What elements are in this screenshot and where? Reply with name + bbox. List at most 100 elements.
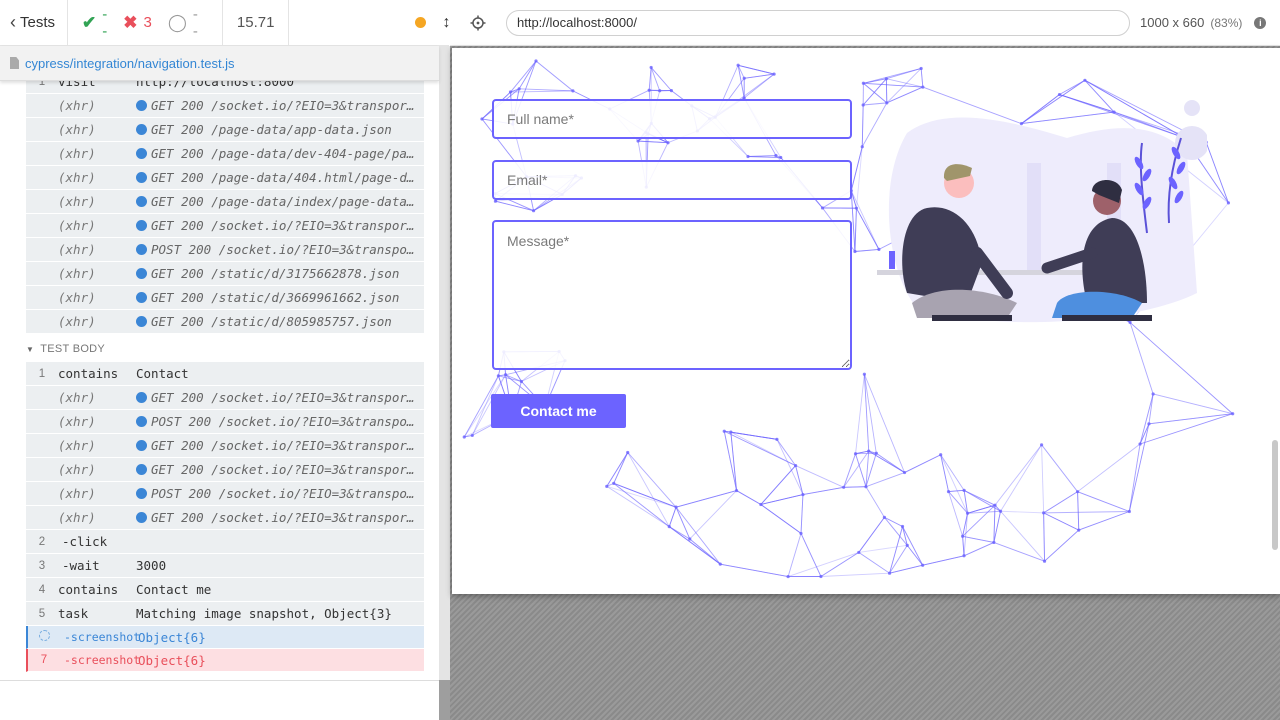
xhr-message-text: GET 200 /socket.io/?EIO=3&transport=poll…	[151, 218, 424, 233]
xhr-row[interactable]: (xhr) GET 200 /static/d/805985757.json	[26, 310, 424, 334]
reporter-panel: 1 visit http://localhost:8000 (xhr) GET 2…	[0, 0, 439, 720]
scrollbar-thumb[interactable]	[439, 46, 450, 680]
command-row[interactable]: 4 contains Contact me	[26, 578, 424, 602]
panel-resizer[interactable]	[439, 46, 450, 720]
command-message: Contact me	[136, 582, 212, 597]
url-bar[interactable]	[506, 9, 1130, 36]
full-name-input[interactable]	[492, 99, 852, 139]
contact-me-button[interactable]: Contact me	[491, 394, 626, 428]
command-message: GET 200 /page-data/404.html/page-data.js…	[136, 170, 424, 185]
command-message: GET 200 /socket.io/?EIO=3&transport=poll…	[136, 218, 424, 233]
xhr-row[interactable]: (xhr) GET 200 /page-data/index/page-data.…	[26, 190, 424, 214]
xhr-row[interactable]: (xhr) GET 200 /socket.io/?EIO=3&transport…	[26, 458, 424, 482]
command-number: 7	[40, 654, 48, 666]
command-row[interactable]: 2 -click	[26, 530, 424, 554]
command-name: (xhr)	[58, 266, 96, 281]
xhr-message-text: GET 200 /socket.io/?EIO=3&transport=poll…	[151, 510, 424, 525]
command-name: task	[58, 606, 89, 621]
command-number: 3	[38, 559, 46, 572]
xhr-row[interactable]: (xhr) POST 200 /socket.io/?EIO=3&transpor…	[26, 410, 424, 434]
xhr-row[interactable]: (xhr) GET 200 /page-data/dev-404-page/pag…	[26, 142, 424, 166]
command-message: POST 200 /socket.io/?EIO=3&transport=pol…	[136, 414, 424, 429]
xhr-status-dot	[136, 268, 147, 279]
xhr-status-dot	[136, 316, 147, 327]
tests-button[interactable]: ‹ Tests	[0, 0, 69, 45]
aut-scrollbar[interactable]	[1272, 440, 1278, 550]
command-name: (xhr)	[58, 290, 96, 305]
running-status-dot	[415, 17, 427, 28]
command-name: (xhr)	[58, 194, 96, 209]
tests-label: Tests	[20, 14, 56, 31]
command-message: Object{6}	[138, 652, 206, 668]
test-body-header[interactable]: ▼ TEST BODY	[26, 337, 105, 361]
command-name: -click	[62, 534, 108, 549]
command-number: 1	[38, 367, 46, 380]
xhr-message-text: GET 200 /static/d/3669961662.json	[151, 290, 400, 305]
command-name: (xhr)	[58, 146, 96, 161]
command-message: GET 200 /socket.io/?EIO=3&transport=poll…	[136, 390, 424, 405]
xhr-message-text: POST 200 /socket.io/?EIO=3&transport=pol…	[151, 242, 424, 257]
command-name: (xhr)	[58, 122, 96, 137]
command-name: (xhr)	[58, 170, 96, 185]
command-number: 2	[38, 535, 46, 548]
loading-spinner-icon	[38, 630, 50, 641]
viewport-size: 1000 x 660	[1140, 15, 1205, 30]
xhr-row[interactable]: (xhr) GET 200 /socket.io/?EIO=3&transport…	[26, 434, 424, 458]
xhr-message-text: GET 200 /static/d/805985757.json	[151, 314, 392, 329]
xhr-message-text: GET 200 /page-data/index/page-data.json	[151, 194, 424, 209]
xhr-row[interactable]: (xhr) GET 200 /static/d/3669961662.json	[26, 286, 424, 310]
xhr-row[interactable]: (xhr) GET 200 /page-data/404.html/page-da…	[26, 166, 424, 190]
xhr-message-text: GET 200 /socket.io/?EIO=3&transport=poll…	[151, 390, 424, 405]
xhr-status-dot	[136, 488, 147, 499]
spec-file-path[interactable]: cypress/integration/navigation.test.js	[25, 56, 235, 71]
command-message: Contact	[136, 366, 189, 381]
xhr-row[interactable]: (xhr) GET 200 /socket.io/?EIO=3&transport…	[26, 214, 424, 238]
xhr-row[interactable]: (xhr) GET 200 /socket.io/?EIO=3&transport…	[26, 386, 424, 410]
command-message: GET 200 /socket.io/?EIO=3&transport=poll…	[136, 510, 424, 525]
selector-playground-icon[interactable]	[450, 15, 506, 31]
command-row[interactable]: 5 task Matching image snapshot, Object{3}	[26, 602, 424, 626]
spec-file-bar[interactable]: cypress/integration/navigation.test.js	[0, 46, 439, 81]
xhr-row[interactable]: (xhr) GET 200 /page-data/app-data.json	[26, 118, 424, 142]
command-message: GET 200 /static/d/3175662878.json	[136, 266, 424, 281]
xhr-message-text: GET 200 /socket.io/?EIO=3&transport=poll…	[151, 438, 424, 453]
command-row[interactable]: 3 -wait 3000	[26, 554, 424, 578]
command-row[interactable]: 1 visit http://localhost:8000	[26, 81, 424, 94]
xhr-message-text: POST 200 /socket.io/?EIO=3&transport=pol…	[151, 414, 424, 429]
viewport-info: 1000 x 660 (83%) i	[1140, 15, 1267, 30]
email-input[interactable]	[492, 160, 852, 200]
command-name: -wait	[62, 558, 100, 573]
xhr-row[interactable]: (xhr) POST 200 /socket.io/?EIO=3&transpor…	[26, 482, 424, 506]
xhr-row[interactable]: (xhr) GET 200 /socket.io/?EIO=3&transport…	[26, 94, 424, 118]
xhr-message-text: GET 200 /socket.io/?EIO=3&transport=poll…	[151, 462, 424, 477]
info-icon[interactable]: i	[1254, 16, 1267, 29]
xhr-row[interactable]: (xhr) GET 200 /socket.io/?EIO=3&transport…	[26, 506, 424, 530]
xhr-status-dot	[136, 100, 147, 111]
command-log[interactable]: 1 visit http://localhost:8000 (xhr) GET 2…	[0, 81, 439, 680]
command-number: 5	[38, 607, 46, 620]
command-name: (xhr)	[58, 390, 96, 405]
viewport-scale: (83%)	[1210, 15, 1243, 30]
xhr-row[interactable]: (xhr) GET 200 /static/d/3175662878.json	[26, 262, 424, 286]
message-textarea[interactable]	[492, 220, 852, 370]
check-icon: ✔	[82, 12, 97, 32]
xhr-status-dot	[136, 416, 147, 427]
command-row[interactable]: -screenshot Object{6}	[26, 626, 424, 649]
command-row[interactable]: 7 -screenshot Object{6}	[26, 649, 424, 672]
xhr-row[interactable]: (xhr) POST 200 /socket.io/?EIO=3&transpor…	[26, 238, 424, 262]
passed-count: --	[102, 5, 108, 40]
xhr-message-text: GET 200 /page-data/app-data.json	[151, 122, 392, 137]
command-message: GET 200 /socket.io/?EIO=3&transport=poll…	[136, 98, 424, 113]
command-name: (xhr)	[58, 414, 96, 429]
pending-count: --	[192, 5, 198, 40]
passed-stat: ✔ --	[82, 6, 107, 40]
command-message: GET 200 /socket.io/?EIO=3&transport=poll…	[136, 438, 424, 453]
command-name: (xhr)	[58, 314, 96, 329]
command-row[interactable]: 1 contains Contact	[26, 362, 424, 386]
duration: 15.71	[223, 0, 290, 45]
xhr-status-dot	[136, 148, 147, 159]
command-message: GET 200 /static/d/805985757.json	[136, 314, 424, 329]
xhr-message-text: GET 200 /socket.io/?EIO=3&transport=poll…	[151, 98, 424, 113]
command-message: POST 200 /socket.io/?EIO=3&transport=pol…	[136, 486, 424, 501]
command-message: GET 200 /page-data/index/page-data.json	[136, 194, 424, 209]
